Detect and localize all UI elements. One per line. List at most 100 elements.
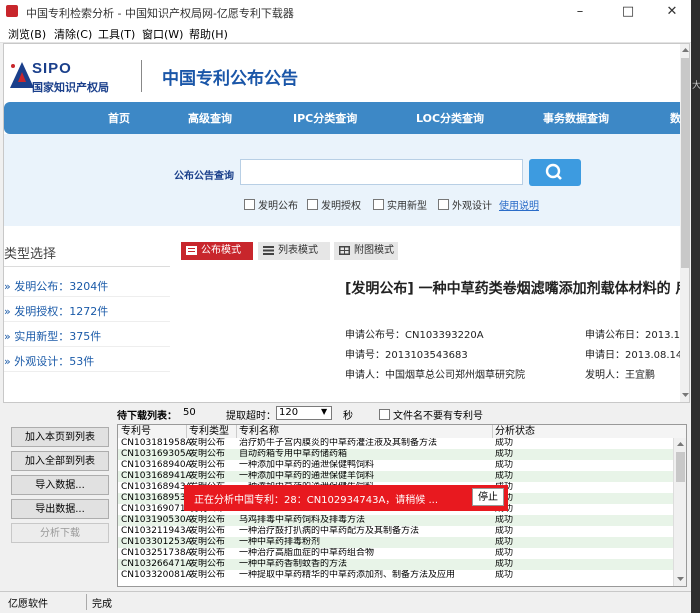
- cell-no: CN103168940A: [121, 460, 192, 470]
- filter-label: 外观设计: [452, 201, 492, 212]
- mode-list-tab[interactable]: 列表模式: [258, 242, 330, 260]
- menu-bar: 浏览(B) 清除(C) 工具(T) 窗口(W) 帮助(H): [0, 24, 691, 43]
- minimize-icon[interactable]: –: [558, 0, 602, 24]
- close-icon[interactable]: ✕: [650, 0, 691, 24]
- export-button[interactable]: 导出数据...: [11, 499, 109, 519]
- table-row[interactable]: CN103168941A 发明公布 一种添加中草药的通泄保健羊饲料 成功: [118, 471, 673, 482]
- cell-type: 发明公布: [189, 526, 226, 536]
- type-item-invention-grant[interactable]: » 发明授权：1272件: [4, 303, 108, 319]
- cell-status: 成功: [495, 449, 514, 459]
- add-all-button[interactable]: 加入全部到列表: [11, 451, 109, 471]
- menu-help[interactable]: 帮助(H): [189, 26, 228, 42]
- chevron-down-icon[interactable]: ▼: [321, 407, 327, 416]
- table-row[interactable]: CN103266471A 发明公布 一种中草药香制蚊香的方法 成功: [118, 559, 673, 570]
- applicant: 申请人：中国烟草总公司郑州烟草研究院: [345, 370, 525, 381]
- cell-no: CN103181958A: [121, 438, 192, 448]
- cell-type: 发明公布: [189, 548, 226, 558]
- filter-utility-model[interactable]: 实用新型: [373, 197, 427, 212]
- logo-abbr: SIPO: [32, 60, 72, 77]
- cell-name: 自动药箱专用中草药储药箱: [239, 449, 348, 459]
- import-button[interactable]: 导入数据...: [11, 475, 109, 495]
- cell-status: 成功: [495, 537, 514, 547]
- type-item-design[interactable]: » 外观设计：53件: [4, 353, 94, 369]
- scrollbar-arrows-icon: [681, 48, 689, 397]
- progress-message: 正在分析中国专利：28：CN102934743A，请稍候 ...: [194, 495, 439, 506]
- document-title[interactable]: [发明公布] 一种中草药类卷烟滤嘴添加剂载体材料的 用: [345, 278, 689, 300]
- nav-home[interactable]: 首页: [108, 110, 130, 126]
- divider: [4, 371, 170, 372]
- col-divider: [492, 425, 493, 438]
- table-row[interactable]: CN103320081A 发明公布 一种提取中草药精华的中草药添加剂、制备方法及应用…: [118, 570, 673, 581]
- analyze-download-button[interactable]: 分析下载: [11, 523, 109, 543]
- cell-name: 一种中草药香制蚊香的方法: [239, 559, 348, 569]
- checkbox-icon: [373, 199, 384, 210]
- nav-loc[interactable]: LOC分类查询: [416, 110, 484, 126]
- type-item-utility[interactable]: » 实用新型：375件: [4, 328, 101, 344]
- nav-advanced[interactable]: 高级查询: [188, 110, 232, 126]
- maximize-icon[interactable]: □: [606, 0, 650, 24]
- menu-browse[interactable]: 浏览(B): [8, 26, 46, 42]
- app-number: 申请号：2013103543683: [345, 350, 468, 361]
- type-item-label: 发明授权：1272件: [14, 305, 109, 318]
- search-label: 公布公告查询: [174, 171, 234, 182]
- app-date: 申请日：2013.08.14: [585, 350, 683, 361]
- list-scrollbar[interactable]: [673, 438, 686, 586]
- cell-type: 发明公布: [189, 460, 226, 470]
- cell-type: 发明公布: [189, 449, 226, 459]
- col-patent-no[interactable]: 专利号: [121, 425, 151, 438]
- search-icon: [545, 163, 562, 180]
- menu-clear[interactable]: 清除(C): [54, 26, 92, 42]
- mode-image-tab[interactable]: 附图模式: [334, 242, 398, 260]
- cell-name: 一种添加中草药的通泄保健鸭饲料: [239, 460, 375, 470]
- table-row[interactable]: CN103181958A 发明公布 治疗奶牛子宫内膜炎的中草药灌注液及其制备方法 成功: [118, 438, 673, 449]
- add-page-button[interactable]: 加入本页到列表: [11, 427, 109, 447]
- list-icon: [263, 246, 274, 255]
- site-title: 中国专利公布公告: [162, 69, 298, 89]
- col-patent-name[interactable]: 专利名称: [239, 425, 279, 438]
- cell-type: 发明公布: [189, 570, 226, 580]
- cell-type: 发明公布: [189, 438, 226, 448]
- browser-scrollbar[interactable]: [680, 44, 689, 402]
- cell-status: 成功: [495, 438, 514, 448]
- cell-no: CN103168943A: [121, 482, 192, 492]
- search-button[interactable]: [529, 159, 581, 186]
- type-item-label: 发明公布：3204件: [14, 280, 109, 293]
- table-row[interactable]: CN103169305A 发明公布 自动药箱专用中草药储药箱 成功: [118, 449, 673, 460]
- table-row[interactable]: CN103168940A 发明公布 一种添加中草药的通泄保健鸭饲料 成功: [118, 460, 673, 471]
- title-bar: 中国专利检索分析 - 中国知识产权局网-亿愿专利下载器 – □ ✕: [0, 0, 691, 24]
- table-row[interactable]: CN103211943A 发明公布 一种治疗鼓打扒病的中草药配方及其制备方法 成功: [118, 526, 673, 537]
- document-icon: [186, 246, 197, 255]
- table-row[interactable]: CN103251738A 发明公布 一种治疗高脂血症的中草药组合物 成功: [118, 548, 673, 559]
- divider: [4, 346, 170, 347]
- filter-invention-grant[interactable]: 发明授权: [307, 197, 361, 212]
- col-patent-type[interactable]: 专利类型: [189, 425, 229, 438]
- cell-type: 发明公布: [189, 515, 226, 525]
- nav-transaction[interactable]: 事务数据查询: [543, 110, 609, 126]
- filter-label: 发明授权: [321, 201, 361, 212]
- cell-name: 一种中草药排毒粉剂: [239, 537, 321, 547]
- menu-window[interactable]: 窗口(W): [142, 26, 183, 42]
- logo-divider: [141, 60, 142, 92]
- inventor: 发明人：王宜鹏: [585, 370, 655, 381]
- type-panel-title: 类型选择: [4, 247, 57, 262]
- cell-status: 成功: [495, 526, 514, 536]
- filter-design[interactable]: 外观设计: [438, 197, 492, 212]
- mode-publish-tab[interactable]: 公布模式: [181, 242, 253, 260]
- mode-label: 列表模式: [278, 245, 318, 256]
- cell-type: 发明公布: [189, 537, 226, 547]
- window-title: 中国专利检索分析 - 中国知识产权局网-亿愿专利下载器: [26, 7, 294, 20]
- nav-ipc[interactable]: IPC分类查询: [293, 110, 357, 126]
- type-item-invention-pub[interactable]: » 发明公布：3204件: [4, 278, 108, 294]
- table-row[interactable]: CN103301253A 发明公布 一种中草药排毒粉剂 成功: [118, 537, 673, 548]
- filename-option[interactable]: 文件名不要有专利号: [379, 407, 483, 422]
- search-input[interactable]: [240, 159, 523, 185]
- cell-no: CN103320081A: [121, 570, 192, 580]
- stop-button[interactable]: 停止: [472, 488, 504, 506]
- cell-no: CN103190530A: [121, 515, 192, 525]
- table-row[interactable]: CN103190530A 发明公布 乌鸡排毒中草药饲料及排毒方法 成功: [118, 515, 673, 526]
- help-link[interactable]: 使用说明: [499, 197, 539, 212]
- filter-invention-pub[interactable]: 发明公布: [244, 197, 298, 212]
- col-status[interactable]: 分析状态: [495, 425, 535, 438]
- menu-tools[interactable]: 工具(T): [98, 26, 135, 42]
- type-item-label: 外观设计：53件: [14, 355, 95, 368]
